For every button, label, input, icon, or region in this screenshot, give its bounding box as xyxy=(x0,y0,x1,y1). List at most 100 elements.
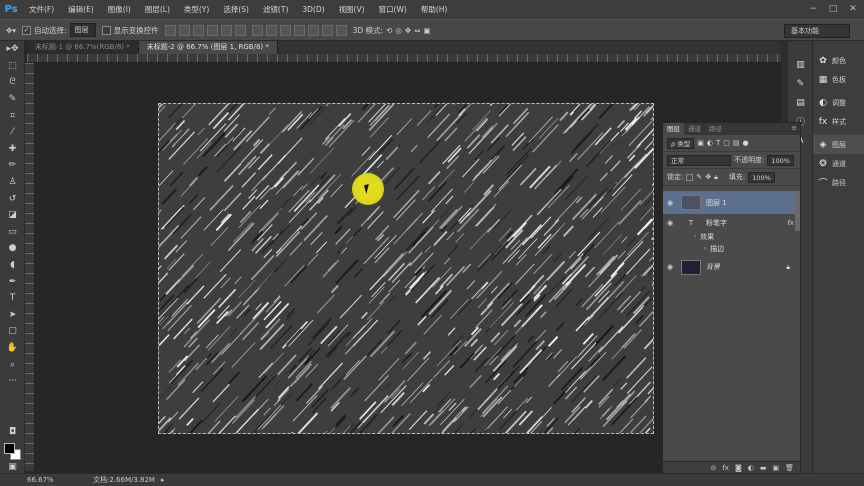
layer-row-layer1[interactable]: ◉ 图层 1 xyxy=(663,191,800,214)
show-transform-checkbox[interactable] xyxy=(101,25,111,35)
minimize-icon[interactable]: − xyxy=(806,2,820,16)
stroke-effect-row[interactable]: ◦ 描边 xyxy=(663,243,800,255)
auto-select-checkbox[interactable]: ✓ xyxy=(22,25,32,35)
distribute-6-icon[interactable] xyxy=(321,24,333,36)
dock-adjustments[interactable]: ◐ 调整 xyxy=(813,93,864,112)
dock-swatches[interactable]: ▦ 色板 xyxy=(813,70,864,89)
visibility-eye-icon[interactable]: ◉ xyxy=(663,199,677,207)
auto-select-option[interactable]: ✓ 自动选择: 图层 xyxy=(22,23,96,37)
maximize-icon[interactable]: □ xyxy=(826,2,840,16)
distribute-3-icon[interactable] xyxy=(279,24,291,36)
zoom-tool-icon[interactable]: ⌕ xyxy=(0,356,25,373)
blend-mode-dropdown[interactable]: 正常 xyxy=(667,154,731,166)
eyedropper-tool-icon[interactable]: ⁄ xyxy=(0,124,25,141)
crop-tool-icon[interactable]: ⌗ xyxy=(0,107,25,124)
filter-type-icon[interactable]: T xyxy=(716,139,720,147)
distribute-1-icon[interactable] xyxy=(251,24,263,36)
tab-document-1[interactable]: 未标题-1 @ 66.7%(RGB/8) * xyxy=(27,41,139,54)
tab-channels[interactable]: 通道 xyxy=(684,123,705,135)
3d-pan-icon[interactable]: ✥ xyxy=(405,26,411,35)
zoom-readout[interactable]: 66.67% xyxy=(27,476,67,484)
layers-scrollbar[interactable] xyxy=(795,191,800,231)
distribute-5-icon[interactable] xyxy=(307,24,319,36)
auto-align-icon[interactable] xyxy=(335,24,347,36)
pen-tool-icon[interactable]: ✒ xyxy=(0,273,25,290)
align-vcenter-icon[interactable] xyxy=(178,24,190,36)
close-icon[interactable]: ✕ xyxy=(846,2,860,16)
healing-brush-tool-icon[interactable]: ✚ xyxy=(0,141,25,158)
add-style-icon[interactable]: fx xyxy=(722,464,729,472)
gradient-tool-icon[interactable]: ▭ xyxy=(0,224,25,241)
visibility-eye-icon[interactable]: ◉ xyxy=(663,219,677,227)
tab-document-2[interactable]: 未标题-2 @ 66.7% (图层 1, RGB/8) * xyxy=(138,41,278,54)
show-transform-option[interactable]: 显示变换控件 xyxy=(101,25,159,36)
link-layers-icon[interactable]: ⊝ xyxy=(710,464,716,472)
effect-eye-icon[interactable]: ◦ xyxy=(693,233,697,241)
ruler-horizontal[interactable] xyxy=(27,54,783,63)
align-right-icon[interactable] xyxy=(234,24,246,36)
dock-paths[interactable]: ⌒ 路径 xyxy=(813,173,864,192)
document-size[interactable]: 文档:2.66M/3.82M xyxy=(93,475,155,485)
menu-filter[interactable]: 滤镜(T) xyxy=(256,4,295,15)
filter-pixel-icon[interactable]: ▣ xyxy=(697,139,704,147)
panel-menu-icon[interactable]: ≡ xyxy=(791,124,797,132)
3d-slide-icon[interactable]: ⇔ xyxy=(414,26,420,35)
fill-input[interactable]: 100% xyxy=(748,171,775,183)
app-logo[interactable]: Ps xyxy=(0,0,22,19)
quick-select-tool-icon[interactable]: ✎ xyxy=(0,91,25,108)
fx-icon[interactable]: fx xyxy=(787,219,794,227)
brush-tool-icon[interactable]: ✏ xyxy=(0,157,25,174)
type-tool-icon[interactable]: T xyxy=(0,290,25,307)
document-canvas[interactable] xyxy=(158,103,654,434)
filter-adjust-icon[interactable]: ◐ xyxy=(707,139,713,147)
menu-type[interactable]: 类型(Y) xyxy=(177,4,216,15)
lock-transparent-icon[interactable] xyxy=(686,173,694,181)
filter-shape-icon[interactable]: ▢ xyxy=(723,139,730,147)
layer-row-text[interactable]: ◉ T 粉笔字 fx xyxy=(663,215,800,230)
auto-select-dropdown[interactable]: 图层 xyxy=(69,23,96,37)
dock-styles[interactable]: fx 样式 xyxy=(813,112,864,131)
menu-select[interactable]: 选择(S) xyxy=(216,4,256,15)
dodge-tool-icon[interactable]: ◖ xyxy=(0,257,25,274)
align-top-icon[interactable] xyxy=(164,24,176,36)
menu-help[interactable]: 帮助(H) xyxy=(414,4,455,15)
3d-rotate-icon[interactable]: ⟲ xyxy=(386,26,392,35)
opacity-input[interactable]: 100% xyxy=(767,154,794,166)
align-hcenter-icon[interactable] xyxy=(220,24,232,36)
layer-row-background[interactable]: ◉ 背景 🔒︎ xyxy=(663,257,800,277)
visibility-eye-icon[interactable]: ◉ xyxy=(663,263,677,271)
quick-mask-icon[interactable]: ◘ xyxy=(0,424,25,441)
menu-view[interactable]: 视图(V) xyxy=(332,4,372,15)
marquee-tool-icon[interactable]: ⬚ xyxy=(0,58,25,75)
lock-all-icon[interactable]: 🔒︎ xyxy=(714,173,718,182)
menu-3d[interactable]: 3D(D) xyxy=(295,5,331,14)
properties-icon[interactable]: ▤ xyxy=(788,93,813,112)
tab-paths[interactable]: 路径 xyxy=(705,123,726,135)
dock-channels[interactable]: ❂ 通道 xyxy=(813,154,864,173)
tab-layers[interactable]: 图层 xyxy=(663,123,684,135)
dock-color[interactable]: ✿ 颜色 xyxy=(813,51,864,70)
menu-file[interactable]: 文件(F) xyxy=(22,4,61,15)
filter-smart-icon[interactable]: ▤ xyxy=(733,139,740,147)
lock-pixels-icon[interactable]: ✎ xyxy=(696,173,702,181)
new-group-icon[interactable]: ▬ xyxy=(760,464,767,472)
new-adjustment-icon[interactable]: ◐ xyxy=(748,464,754,472)
history-icon[interactable]: ▥ xyxy=(788,55,813,74)
3d-roll-icon[interactable]: ◎ xyxy=(395,26,402,35)
delete-layer-icon[interactable]: 🗑︎ xyxy=(785,464,794,472)
history-brush-tool-icon[interactable]: ↺ xyxy=(0,190,25,207)
menu-layer[interactable]: 图层(L) xyxy=(138,4,177,15)
add-mask-icon[interactable]: ◙ xyxy=(735,464,742,472)
workspace-dropdown[interactable]: 基本功能 xyxy=(784,24,850,38)
eraser-tool-icon[interactable]: ◪ xyxy=(0,207,25,224)
dock-layers[interactable]: ◈ 图层 xyxy=(813,135,864,154)
brush-presets-icon[interactable]: ✎ xyxy=(788,74,813,93)
filter-toggle-icon[interactable]: ● xyxy=(742,139,748,147)
new-layer-icon[interactable]: ▣ xyxy=(772,464,779,472)
more-tools-icon[interactable]: ··· xyxy=(0,373,25,390)
effects-row[interactable]: ◦ 效果 xyxy=(663,231,800,243)
menu-window[interactable]: 窗口(W) xyxy=(372,4,414,15)
status-arrow-icon[interactable]: ▸ xyxy=(161,476,165,484)
blur-tool-icon[interactable]: ● xyxy=(0,240,25,257)
ruler-vertical[interactable] xyxy=(25,63,35,471)
